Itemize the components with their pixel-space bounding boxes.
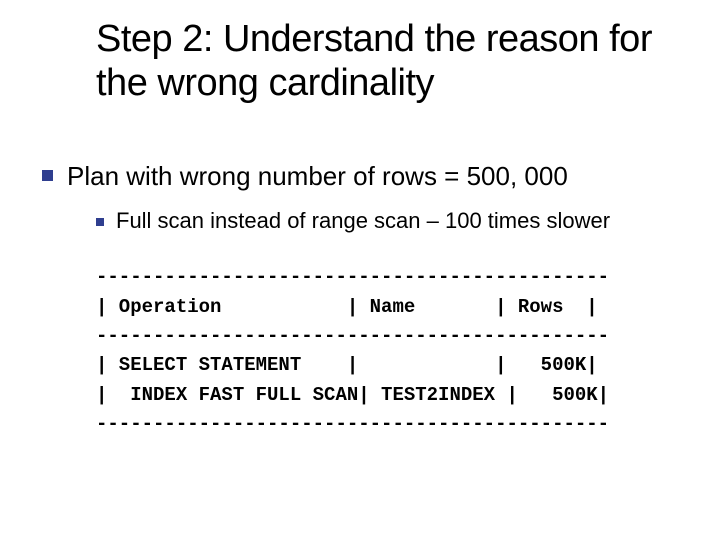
slide-title: Step 2: Understand the reason for the wr… bbox=[96, 18, 696, 105]
plan-line: | Operation | Name | Rows | bbox=[96, 296, 598, 318]
plan-line: | INDEX FAST FULL SCAN| TEST2INDEX | 500… bbox=[96, 384, 609, 406]
bullet-icon bbox=[96, 218, 104, 226]
plan-line: | SELECT STATEMENT | | 500K| bbox=[96, 354, 598, 376]
plan-line: ----------------------------------------… bbox=[96, 413, 609, 435]
bullet-level1-text: Plan with wrong number of rows = 500, 00… bbox=[67, 160, 568, 193]
bullet-level2-text: Full scan instead of range scan – 100 ti… bbox=[116, 207, 610, 236]
bullet-icon bbox=[42, 170, 53, 181]
slide: Step 2: Understand the reason for the wr… bbox=[0, 0, 720, 540]
plan-line: ----------------------------------------… bbox=[96, 325, 609, 347]
bullet-level1: Plan with wrong number of rows = 500, 00… bbox=[42, 160, 682, 193]
bullet-level2: Full scan instead of range scan – 100 ti… bbox=[96, 207, 682, 236]
plan-line: ----------------------------------------… bbox=[96, 266, 609, 288]
execution-plan-block: ----------------------------------------… bbox=[96, 263, 682, 440]
slide-body: Plan with wrong number of rows = 500, 00… bbox=[42, 160, 682, 440]
